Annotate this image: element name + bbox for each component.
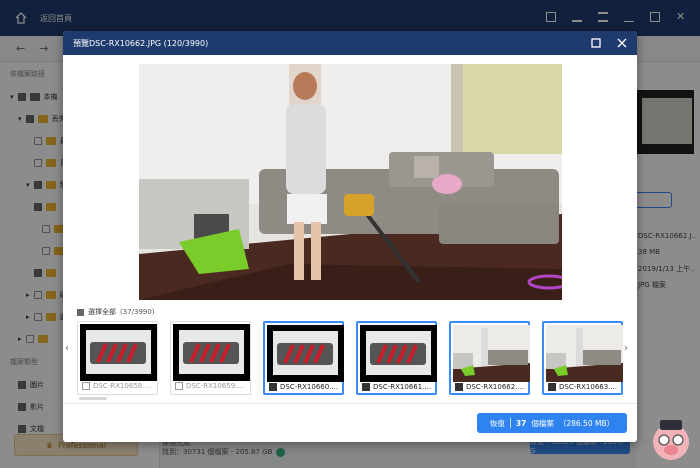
chevron-right-icon[interactable]: › bbox=[624, 343, 628, 354]
thumbnail-checkbox[interactable] bbox=[362, 383, 370, 391]
thumbnail-item[interactable]: DSC-RX10660.... bbox=[263, 321, 344, 395]
thumbnail-label: DSC-RX10660.... bbox=[280, 383, 339, 391]
thumbnail-checkbox[interactable] bbox=[82, 382, 90, 390]
thumbnail-image bbox=[546, 325, 623, 382]
thumbnail-label: DSC-RX10662.... bbox=[466, 383, 525, 391]
select-all-label: 選擇全部 bbox=[88, 308, 116, 316]
thumbnail-item[interactable]: DSC-RX10658.... bbox=[77, 321, 158, 395]
thumbnail-label: DSC-RX10661.... bbox=[373, 383, 432, 391]
thumbnail-label: DSC-RX10663.... bbox=[559, 383, 618, 391]
thumbnail-image bbox=[173, 324, 250, 381]
thumbnail-checkbox[interactable] bbox=[175, 382, 183, 390]
thumbnail-item[interactable]: DSC-RX10663.... bbox=[542, 321, 623, 395]
thumbnail-image bbox=[453, 325, 530, 382]
thumbnail-label: DSC-RX10659.... bbox=[186, 382, 245, 390]
select-all-checkbox[interactable] bbox=[77, 308, 84, 316]
thumbnail-image bbox=[80, 324, 157, 381]
thumbnail-checkbox[interactable] bbox=[548, 383, 556, 391]
thumbnail-item[interactable]: DSC-RX10659.... bbox=[170, 321, 251, 395]
thumbnail-strip: DSC-RX10658.... DSC-RX10659.... DSC-RX10… bbox=[77, 321, 623, 399]
thumbnail-item[interactable]: DSC-RX10662.... bbox=[449, 321, 530, 395]
recover-unit: 個檔案 bbox=[531, 418, 554, 428]
thumbnail-image bbox=[360, 325, 437, 382]
close-icon[interactable] bbox=[617, 38, 627, 48]
recover-button[interactable]: 恢復 37 個檔案 （286.50 MB） bbox=[477, 413, 627, 433]
mascot-logo bbox=[653, 420, 689, 460]
recover-label: 恢復 bbox=[489, 418, 505, 428]
divider bbox=[63, 403, 637, 404]
preview-title: 預覽DSC-RX10662.JPG (120/3990) bbox=[73, 38, 209, 48]
maximize-icon[interactable] bbox=[591, 38, 601, 48]
select-all-count: (37/3990) bbox=[120, 308, 155, 316]
recover-count: 37 bbox=[515, 418, 527, 428]
recover-size: （286.50 MB） bbox=[558, 418, 615, 428]
thumbnail-checkbox[interactable] bbox=[269, 383, 277, 391]
preview-dialog: 預覽DSC-RX10662.JPG (120/3990) 選擇全部 (37/39… bbox=[63, 31, 637, 442]
chevron-left-icon[interactable]: ‹ bbox=[65, 343, 69, 354]
thumbnail-image bbox=[267, 325, 344, 382]
thumbnail-label: DSC-RX10658.... bbox=[93, 382, 152, 390]
preview-image bbox=[139, 64, 562, 300]
dialog-controls bbox=[591, 38, 627, 48]
preview-header: 預覽DSC-RX10662.JPG (120/3990) bbox=[63, 31, 637, 55]
thumbnail-item[interactable]: DSC-RX10661.... bbox=[356, 321, 437, 395]
select-all[interactable]: 選擇全部 (37/3990) bbox=[77, 307, 155, 317]
thumbnail-checkbox[interactable] bbox=[455, 383, 463, 391]
divider bbox=[509, 418, 511, 428]
thumbnail-scrollbar[interactable] bbox=[79, 397, 107, 400]
